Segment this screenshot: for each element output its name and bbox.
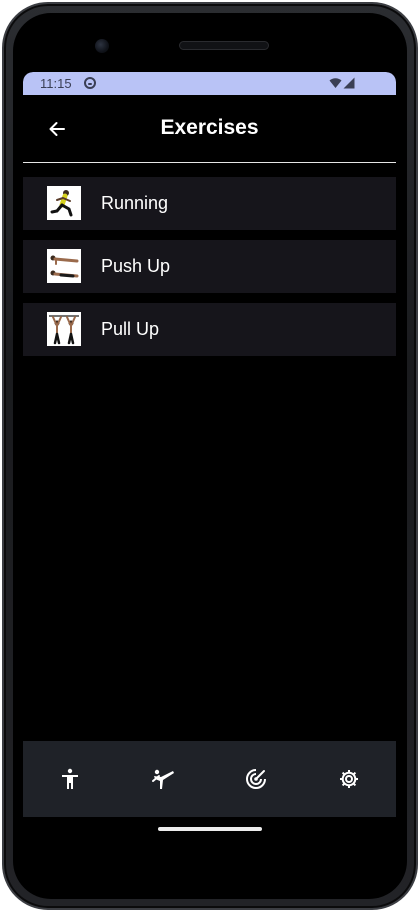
exercise-list: Running Push Up Pull Up [23, 177, 396, 366]
cellular-signal-icon [343, 77, 355, 89]
status-time: 11:15 [40, 76, 72, 91]
home-indicator[interactable] [158, 827, 262, 831]
bottom-navigation-bar [23, 741, 396, 817]
running-thumbnail [47, 186, 81, 220]
page-title: Exercises [160, 116, 259, 139]
person-standing-icon [61, 768, 78, 789]
nav-item-settings[interactable] [319, 749, 379, 809]
martial-arts-kick-icon [151, 769, 174, 789]
nav-item-tracker[interactable] [226, 749, 286, 809]
app-screen: 11:15 Exercises Running Push Up Pull Up [23, 72, 396, 846]
front-camera [95, 39, 109, 53]
pull-up-thumbnail [47, 312, 81, 346]
exercise-item-pull-up[interactable]: Pull Up [23, 303, 396, 356]
exercise-label: Pull Up [101, 319, 160, 339]
exercise-label: Push Up [101, 256, 171, 276]
app-notification-icon [84, 77, 96, 89]
target-radar-icon [246, 769, 267, 789]
status-bar: 11:15 [23, 72, 396, 95]
exercise-item-running[interactable]: Running [23, 177, 396, 230]
earpiece-speaker [179, 41, 269, 50]
wifi-icon [329, 78, 342, 88]
app-bar-divider [23, 162, 396, 163]
exercise-label: Running [101, 193, 169, 213]
nav-item-exercises[interactable] [40, 749, 100, 809]
settings-gear-icon [340, 770, 359, 788]
app-bar: Exercises [23, 95, 396, 163]
nav-item-workouts[interactable] [133, 749, 193, 809]
push-up-thumbnail [47, 249, 81, 283]
exercise-item-push-up[interactable]: Push Up [23, 240, 396, 293]
